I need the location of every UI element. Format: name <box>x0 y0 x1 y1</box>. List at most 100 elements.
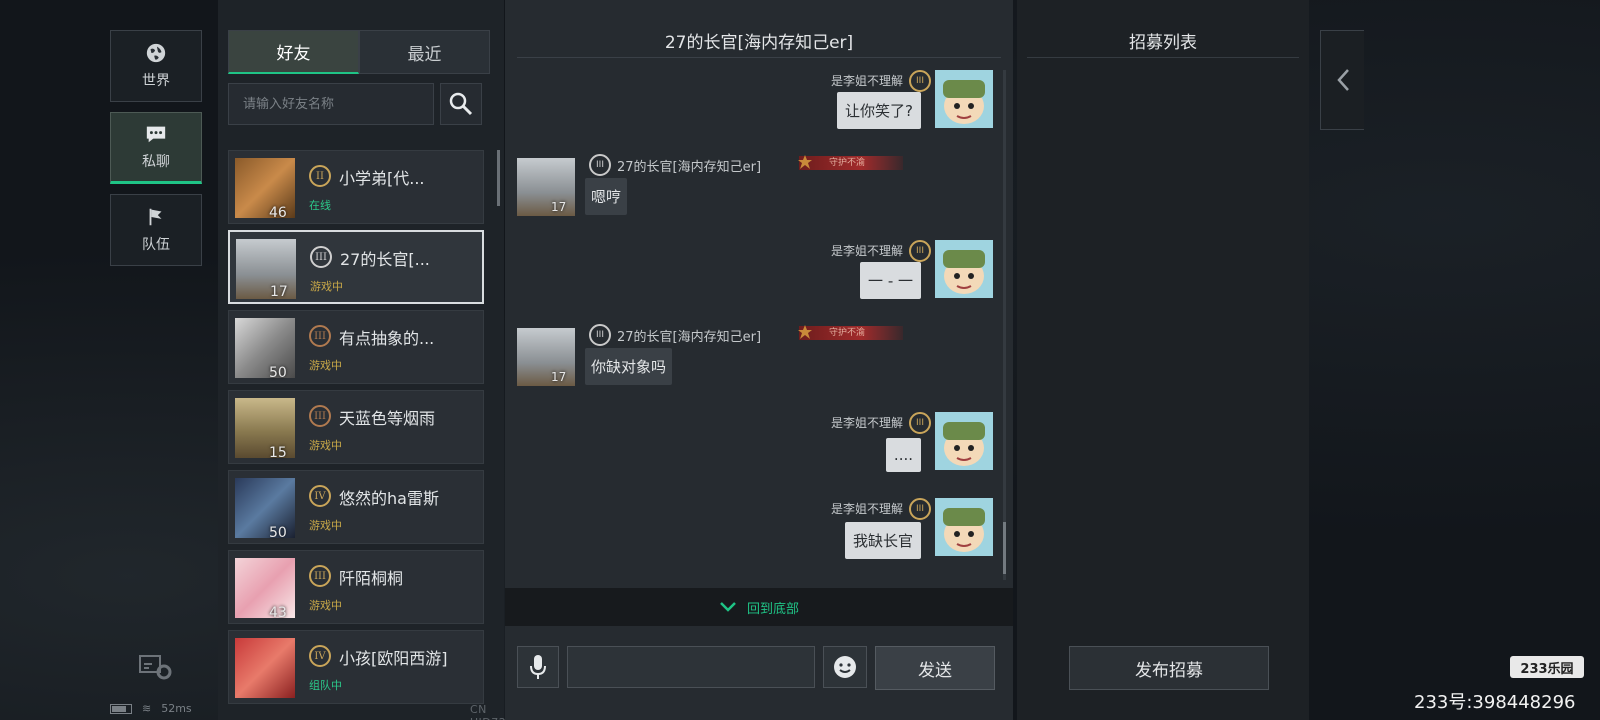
friend-list: 46 II 小学弟[代... 在线 17 III 27的长官[... 游戏中 5… <box>228 150 484 710</box>
friend-search-input[interactable] <box>228 83 434 125</box>
chat-message: 17 III 27的长官[海内存知己er] 守护不渝 嗯哼 <box>505 154 1001 218</box>
nav-team[interactable]: 队伍 <box>110 194 202 266</box>
tab-friends[interactable]: 好友 <box>228 30 359 74</box>
rank-badge-icon: III <box>589 154 611 176</box>
rank-badge-icon: II <box>309 165 331 187</box>
rank-badge-icon: IV <box>309 645 331 667</box>
avatar <box>517 328 575 386</box>
friend-item[interactable]: IV 小孩[欧阳西游] 组队中 <box>228 630 484 704</box>
friend-level: 50 <box>269 525 287 541</box>
friend-status: 组队中 <box>309 679 342 692</box>
nav-world-label: 世界 <box>142 73 170 89</box>
wifi-icon: ≋ <box>142 702 152 715</box>
rank-badge-icon: III <box>909 498 931 520</box>
microphone-icon <box>530 655 546 679</box>
publish-recruit-button[interactable]: 发布招募 <box>1069 646 1269 690</box>
friend-level: 50 <box>269 365 287 381</box>
sender-name: 27的长官[海内存知己er] <box>617 330 762 345</box>
search-icon <box>449 92 473 116</box>
friend-item[interactable]: 50 IV 悠然的ha雷斯 游戏中 <box>228 470 484 544</box>
avatar <box>935 412 993 470</box>
avatar <box>517 158 575 216</box>
recruit-panel: 招募列表 发布招募 <box>1017 0 1309 720</box>
message-bubble: 一 - 一 <box>860 262 921 299</box>
sender-name: 是李姐不理解 <box>830 502 903 516</box>
message-bubble: 让你笑了? <box>837 92 921 129</box>
message-bubble: 我缺长官 <box>844 522 921 559</box>
chat-message: 是李姐不理解 III .... <box>505 412 1001 476</box>
chat-scrollbar[interactable] <box>1003 70 1006 580</box>
rank-badge-icon: III <box>309 405 331 427</box>
friend-item[interactable]: 46 II 小学弟[代... 在线 <box>228 150 484 224</box>
jump-to-bottom-label: 回到底部 <box>746 601 799 617</box>
friend-name: 阡陌桐桐 <box>339 569 404 588</box>
voice-button[interactable] <box>517 646 559 688</box>
tab-recent[interactable]: 最近 <box>359 30 490 74</box>
sender-name: 是李姐不理解 <box>830 244 903 258</box>
friend-level: 15 <box>269 445 287 461</box>
send-button[interactable]: 发送 <box>875 646 995 690</box>
rank-badge-icon: III <box>909 70 931 92</box>
rank-badge-icon: III <box>909 240 931 262</box>
nav-private-chat[interactable]: 私聊 <box>110 112 202 184</box>
sender-name: 是李姐不理解 <box>830 416 903 430</box>
collapse-panel-button[interactable] <box>1320 30 1364 130</box>
chat-message: 是李姐不理解 III 我缺长官 <box>505 498 1001 562</box>
rank-badge-icon: III <box>309 325 331 347</box>
message-bubble: 你缺对象吗 <box>585 348 673 385</box>
friend-name: 小孩[欧阳西游] <box>339 649 448 668</box>
friend-item[interactable]: 15 III 天蓝色等烟雨 游戏中 <box>228 390 484 464</box>
globe-icon <box>146 43 166 63</box>
jump-to-bottom-button[interactable]: 回到底部 <box>505 588 1013 626</box>
medal-icon <box>798 325 812 339</box>
chat-title: 27的长官[海内存知己er] <box>517 28 1001 58</box>
battery-icon <box>110 703 132 714</box>
friend-list-scrollbar[interactable] <box>497 150 500 206</box>
friend-name: 小学弟[代... <box>339 169 425 188</box>
status-row: ≋ 52ms <box>110 702 192 715</box>
rank-badge-icon: IV <box>309 485 331 507</box>
friend-status: 游戏中 <box>309 599 342 612</box>
friend-name: 悠然的ha雷斯 <box>339 489 439 508</box>
avatar <box>935 70 993 128</box>
friends-tabs: 好友 最近 <box>228 30 490 74</box>
nav-world[interactable]: 世界 <box>110 30 202 102</box>
rank-badge-icon: III <box>309 565 331 587</box>
chat-panel: 27的长官[海内存知己er] 是李姐不理解 III 让你笑了? 17 III 2… <box>505 0 1013 720</box>
friend-item[interactable]: 17 III 27的长官[... 游戏中 <box>228 230 484 304</box>
medal-icon <box>798 155 812 169</box>
chevron-left-icon <box>1336 69 1349 91</box>
chat-bubble-icon <box>146 126 166 143</box>
sender-name: 27的长官[海内存知己er] <box>617 160 762 175</box>
search-button[interactable] <box>440 83 482 125</box>
rank-badge-icon: III <box>310 246 332 268</box>
friend-status: 游戏中 <box>310 280 343 293</box>
friend-level: 43 <box>269 605 287 621</box>
friend-avatar <box>235 638 295 698</box>
settings-icon[interactable] <box>138 652 174 682</box>
friend-level: 17 <box>270 284 288 300</box>
ping-readout: 52ms <box>161 702 192 715</box>
friend-name: 27的长官[... <box>340 250 430 269</box>
friend-item[interactable]: 50 III 有点抽象的... 游戏中 <box>228 310 484 384</box>
friend-status: 游戏中 <box>309 519 342 532</box>
message-bubble: 嗯哼 <box>585 178 628 215</box>
rank-badge-icon: III <box>589 324 611 346</box>
friends-panel: 好友 最近 46 II 小学弟[代... 在线 17 III 27的长官[...… <box>218 0 611 720</box>
watermark-text: 233号:398448296 <box>1414 692 1576 713</box>
scrollbar-thumb[interactable] <box>1003 522 1006 574</box>
title-badge: 守护不渝 <box>799 156 903 170</box>
message-bubble: .... <box>885 438 921 472</box>
chat-message: 是李姐不理解 III 让你笑了? <box>505 70 1001 134</box>
rank-badge-icon: III <box>909 412 931 434</box>
emoji-button[interactable] <box>823 646 867 688</box>
chat-message: 17 III 27的长官[海内存知己er] 守护不渝 你缺对象吗 <box>505 324 1001 388</box>
avatar <box>935 240 993 298</box>
friend-item[interactable]: 43 III 阡陌桐桐 游戏中 <box>228 550 484 624</box>
friend-name: 有点抽象的... <box>339 329 435 348</box>
message-input[interactable] <box>567 646 815 688</box>
flag-icon <box>149 208 162 226</box>
friend-status: 在线 <box>309 199 331 212</box>
watermark-logo: 233乐园 <box>1510 656 1584 678</box>
friend-name: 天蓝色等烟雨 <box>339 409 436 428</box>
